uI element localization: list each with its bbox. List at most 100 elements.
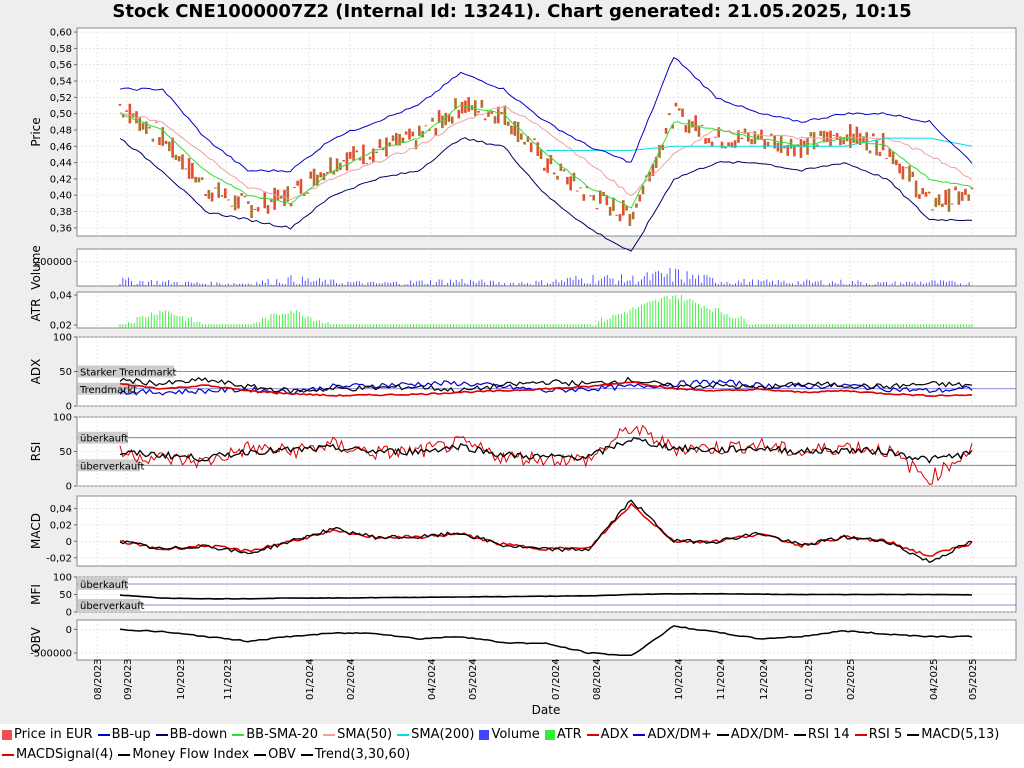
- rsi-y-tick-label: 50: [59, 447, 72, 458]
- x-tick-label: 01/2025: [804, 658, 815, 700]
- x-tick-label: 10/2023: [176, 658, 187, 700]
- price-y-tick-label: 0,60: [50, 28, 72, 39]
- price-candle: [931, 209, 934, 211]
- price-candle: [355, 150, 359, 153]
- mfi-y-tick-label: 50: [59, 590, 72, 601]
- price-candle: [546, 158, 549, 173]
- macd-y-tick-label: 0: [66, 537, 72, 548]
- legend-item: OBV: [254, 747, 296, 762]
- price-candle: [575, 190, 579, 192]
- price-candle: [819, 130, 822, 137]
- price-candle: [707, 138, 711, 144]
- x-tick-label: 05/2025: [968, 658, 979, 700]
- price-candle: [243, 195, 247, 198]
- price-candle: [950, 203, 954, 205]
- legend-label: SMA(50): [337, 727, 393, 742]
- price-candle: [747, 132, 750, 142]
- price-candle: [138, 116, 142, 131]
- legend-item: BB-down: [155, 727, 228, 742]
- legend-item: ADX/DM-: [716, 727, 789, 742]
- price-candle: [911, 171, 915, 178]
- price-candle: [891, 151, 895, 164]
- price-candle: [881, 133, 885, 151]
- price-candle: [312, 168, 316, 186]
- legend-label: ADX/DM+: [647, 727, 712, 742]
- price-candle: [256, 207, 260, 212]
- legend-item: BB-up: [97, 727, 151, 742]
- price-candle: [395, 132, 398, 146]
- price-candle: [941, 203, 944, 208]
- legend-item: MACDSignal(4): [2, 747, 113, 762]
- price-candle: [365, 163, 369, 165]
- price-candle: [296, 180, 299, 186]
- price-candle: [612, 197, 615, 211]
- price-candle: [483, 118, 487, 121]
- price-candle: [539, 149, 543, 160]
- adx-axis-label: ADX: [29, 359, 43, 385]
- legend-row: Price in EUR BB-up BB-down BB-SMA-20 SMA(50)…: [2, 727, 1004, 747]
- atr-axis-label: ATR: [29, 299, 43, 322]
- price-candle: [562, 169, 566, 172]
- x-tick-label: 02/2025: [846, 658, 857, 700]
- price-candle: [309, 171, 313, 179]
- legend-item: ATR: [544, 727, 582, 742]
- legend-item: SMA(200): [397, 727, 474, 742]
- obv-y-tick-label: 0: [66, 625, 72, 636]
- price-candle: [352, 146, 355, 161]
- price-candle: [194, 176, 197, 183]
- legend-label: BB-down: [169, 727, 228, 742]
- legend-item: Trend(3,30,60): [300, 747, 410, 762]
- adx-y-tick-label: 100: [53, 333, 72, 344]
- price-candle: [329, 157, 332, 174]
- price-candle: [191, 162, 194, 179]
- price-candle: [253, 208, 257, 210]
- atr-y-tick-label: 0,04: [50, 291, 72, 302]
- mfi-y-tick-label: 0: [66, 608, 72, 619]
- volume-plot-area: [76, 248, 1017, 287]
- price-candle: [128, 103, 132, 124]
- legend-symbol: [544, 729, 555, 740]
- price-candle: [230, 205, 234, 207]
- x-tick-label: 08/2023: [93, 658, 104, 700]
- price-candle: [493, 116, 497, 124]
- price-candle: [404, 131, 408, 135]
- price-candle: [187, 158, 191, 179]
- price-candle: [529, 142, 533, 153]
- price-candle: [832, 134, 836, 136]
- legend-symbol: [793, 733, 806, 736]
- price-y-tick-label: 0,54: [50, 77, 72, 88]
- price-candle: [151, 138, 155, 142]
- price-candle: [506, 121, 510, 126]
- price-y-tick-label: 0,42: [50, 174, 72, 185]
- price-candle: [967, 194, 971, 201]
- price-candle: [358, 158, 362, 161]
- legend-item: BB-SMA-20: [232, 727, 318, 742]
- price-candle: [125, 110, 128, 112]
- legend-label: BB-SMA-20: [246, 727, 319, 742]
- price-candle: [674, 102, 678, 107]
- price-candle: [424, 125, 428, 127]
- price-candle: [520, 133, 523, 140]
- price-candle: [223, 188, 227, 199]
- price-candle: [480, 99, 484, 108]
- price-candle: [220, 195, 224, 197]
- legend-symbol: [633, 733, 646, 736]
- price-candle: [207, 190, 211, 199]
- price-candle: [348, 151, 352, 159]
- price-candle: [628, 213, 632, 226]
- price-candle: [723, 146, 727, 149]
- price-candle: [306, 192, 309, 194]
- legend-symbol: [854, 733, 867, 736]
- adx-y-tick-label: 50: [59, 367, 72, 378]
- price-candle: [566, 176, 569, 185]
- price-candle: [431, 117, 434, 122]
- price-candle: [714, 136, 717, 138]
- price-candle: [418, 125, 421, 136]
- price-candle: [631, 211, 635, 220]
- price-candle: [457, 109, 461, 119]
- price-candle: [362, 144, 365, 165]
- price-candle: [970, 187, 974, 190]
- rsi-annotation-oversold: überverkauft: [80, 461, 145, 472]
- price-candle: [441, 115, 444, 129]
- atr-y-tick-label: 0,02: [50, 321, 72, 332]
